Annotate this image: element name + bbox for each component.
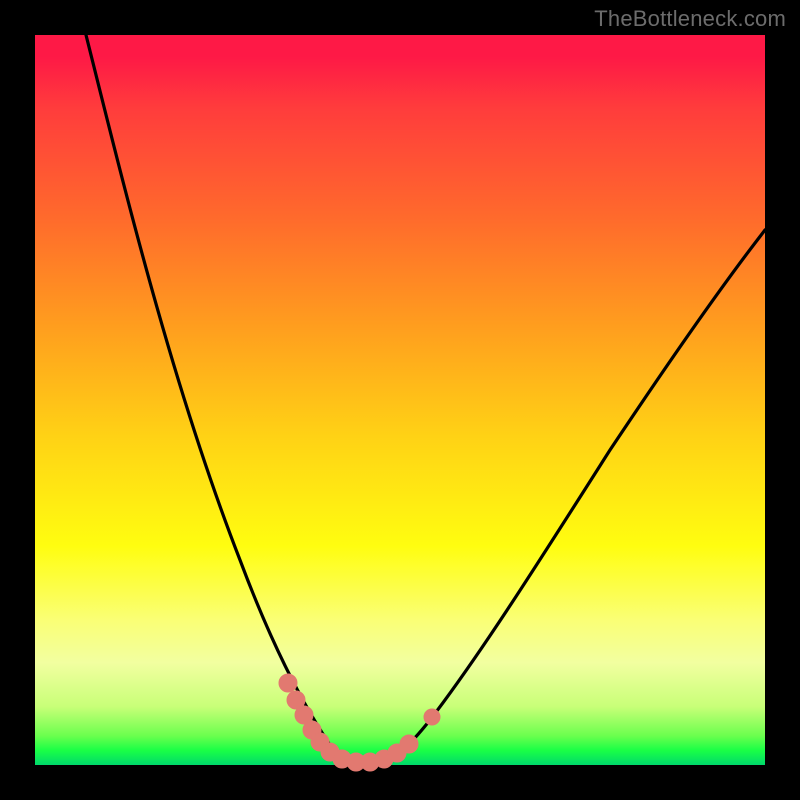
watermark-text: TheBottleneck.com	[594, 6, 786, 32]
chart-frame: TheBottleneck.com	[0, 0, 800, 800]
chart-svg	[0, 0, 800, 800]
marker-layer	[279, 674, 440, 771]
curve-layer	[86, 35, 765, 762]
marker-dot	[279, 674, 297, 692]
marker-dot	[424, 709, 440, 725]
marker-dot	[400, 735, 418, 753]
bottleneck-curve-right	[360, 230, 765, 762]
bottleneck-curve-left	[86, 35, 360, 762]
